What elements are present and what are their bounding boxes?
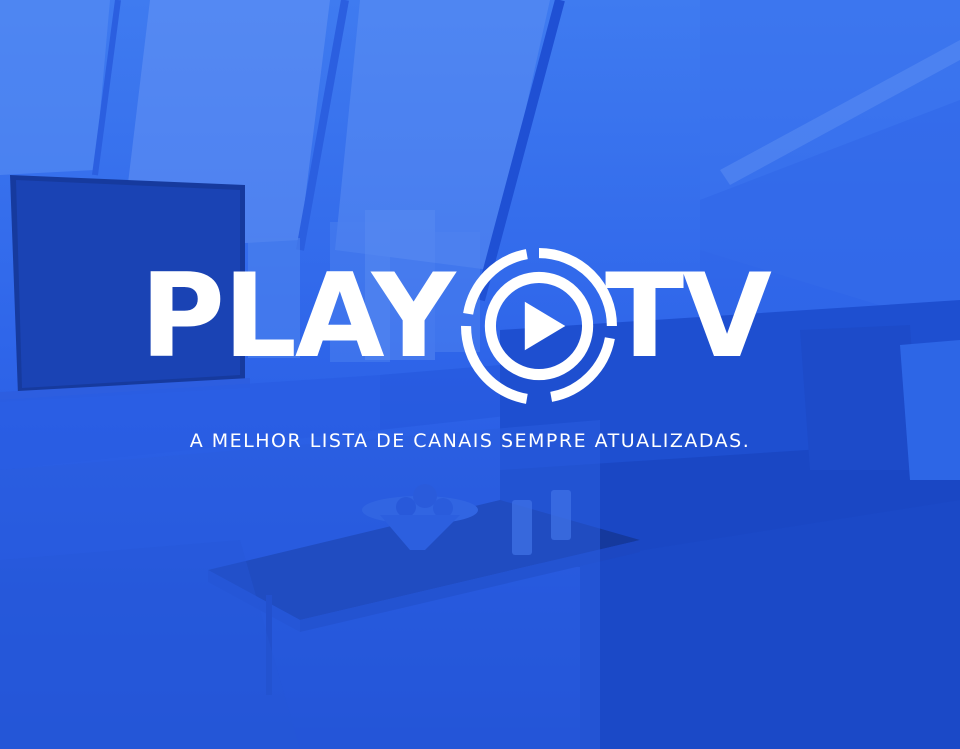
play-circle-icon	[461, 248, 617, 404]
brand-word-tv: TV	[605, 249, 772, 384]
hero-banner: PLAY TV A MELHOR LISTA DE CANAIS SEMPRE …	[0, 0, 960, 749]
tagline: A MELHOR LISTA DE CANAIS SEMPRE ATUALIZA…	[189, 430, 751, 452]
brand-word-play: PLAY	[140, 249, 456, 384]
brand-logo: PLAY TV	[140, 245, 800, 405]
